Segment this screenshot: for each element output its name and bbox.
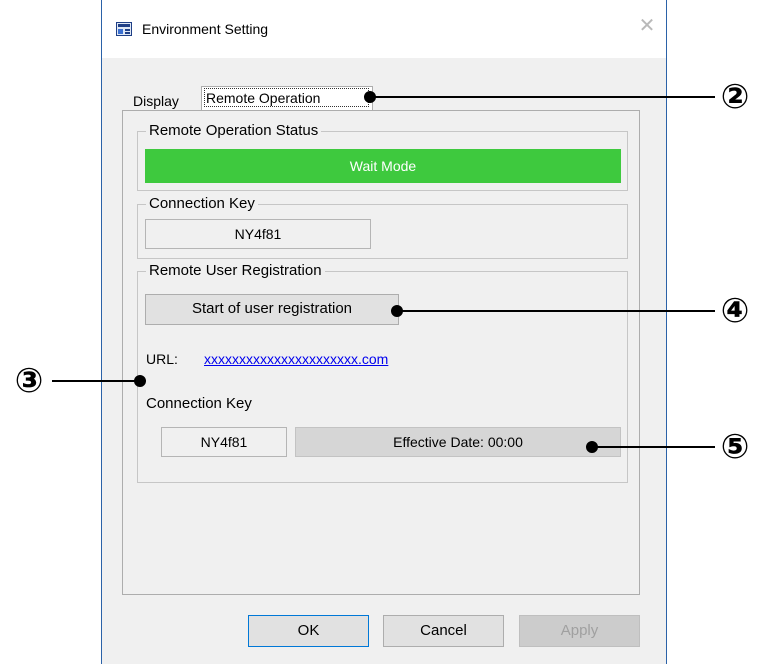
window-title: Environment Setting xyxy=(142,21,269,37)
registration-connection-key-field: NY4f81 xyxy=(161,427,287,457)
callout-number-4: ④ xyxy=(720,291,750,331)
cancel-button[interactable]: Cancel xyxy=(383,615,504,647)
status-indicator: Wait Mode xyxy=(145,149,621,183)
remote-operation-status-label: Remote Operation Status xyxy=(146,123,322,139)
start-user-registration-button[interactable]: Start of user registration xyxy=(145,294,399,325)
close-icon[interactable]: ✕ xyxy=(636,15,658,37)
connection-key-group-label: Connection Key xyxy=(146,196,258,212)
environment-window-icon xyxy=(116,22,132,36)
tab-display[interactable]: Display xyxy=(130,90,182,112)
registration-url-link[interactable]: xxxxxxxxxxxxxxxxxxxxxx.com xyxy=(204,351,388,367)
title-bar: Environment Setting ✕ xyxy=(102,0,666,58)
registration-connection-key-label: Connection Key xyxy=(146,395,252,412)
apply-button: Apply xyxy=(519,615,640,647)
callout-number-3: ③ xyxy=(14,361,44,401)
url-label: URL: xyxy=(146,351,178,367)
effective-date-field: Effective Date: 00:00 xyxy=(295,427,621,457)
callout-number-5: ⑤ xyxy=(720,427,750,467)
ok-button[interactable]: OK xyxy=(248,615,369,647)
callout-number-2: ② xyxy=(720,77,750,117)
connection-key-field: NY4f81 xyxy=(145,219,371,249)
tab-focus-rectangle xyxy=(204,88,369,107)
remote-user-registration-label: Remote User Registration xyxy=(146,263,325,279)
